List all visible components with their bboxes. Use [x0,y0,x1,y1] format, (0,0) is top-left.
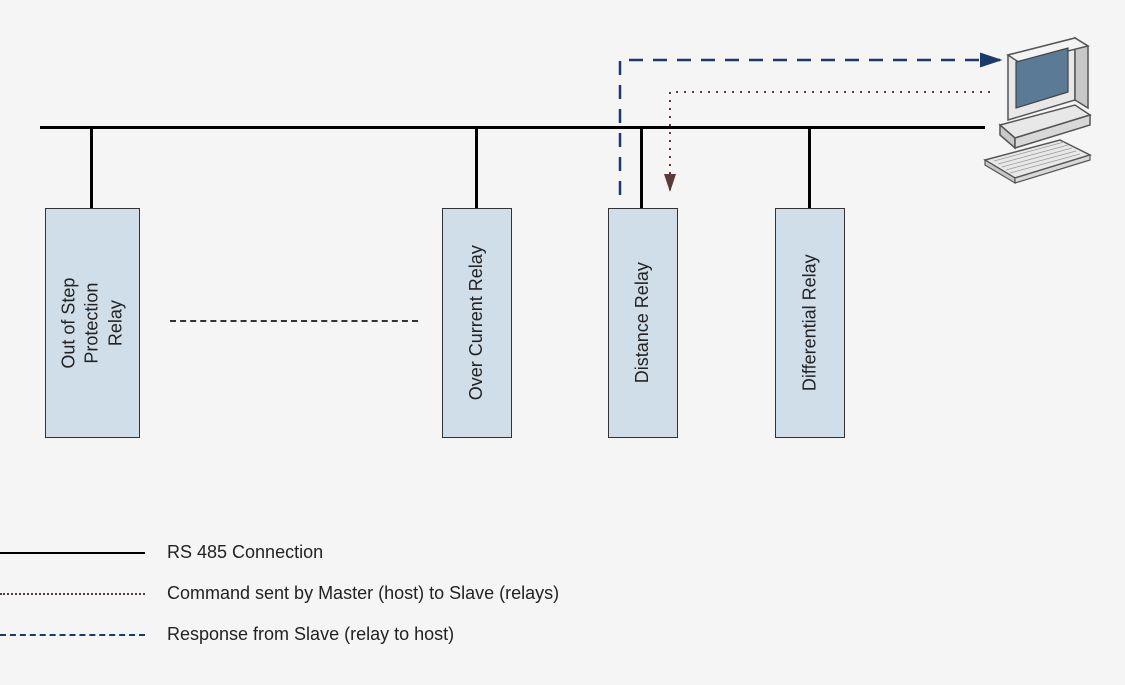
relay-differential-label: Differential Relay [798,255,821,392]
legend-command-label: Command sent by Master (host) to Slave (… [167,583,559,604]
bus-drop-differential [808,126,811,208]
relay-over-current-label: Over Current Relay [465,245,488,400]
relay-over-current: Over Current Relay [442,208,512,438]
bus-horizontal [40,126,985,129]
relay-distance-label: Distance Relay [631,262,654,383]
computer-icon [980,30,1110,195]
legend: RS 485 Connection Command sent by Master… [0,522,700,665]
relay-out-of-step: Out of Step Protection Relay [45,208,140,438]
legend-response: Response from Slave (relay to host) [0,624,700,645]
legend-line-dotted [0,593,145,595]
legend-line-solid [0,552,145,554]
diagram-canvas: Out of Step Protection Relay Over Curren… [0,0,1125,685]
relay-distance: Distance Relay [608,208,678,438]
relay-out-of-step-label: Out of Step Protection Relay [57,276,127,369]
relay-ellipsis [170,320,418,322]
legend-line-dashed-blue [0,634,145,636]
bus-drop-distance [640,126,643,208]
bus-drop-over-current [475,126,478,208]
legend-response-label: Response from Slave (relay to host) [167,624,454,645]
legend-rs485: RS 485 Connection [0,542,700,563]
relay-differential: Differential Relay [775,208,845,438]
bus-drop-out-of-step [90,126,93,208]
legend-command: Command sent by Master (host) to Slave (… [0,583,700,604]
legend-rs485-label: RS 485 Connection [167,542,323,563]
